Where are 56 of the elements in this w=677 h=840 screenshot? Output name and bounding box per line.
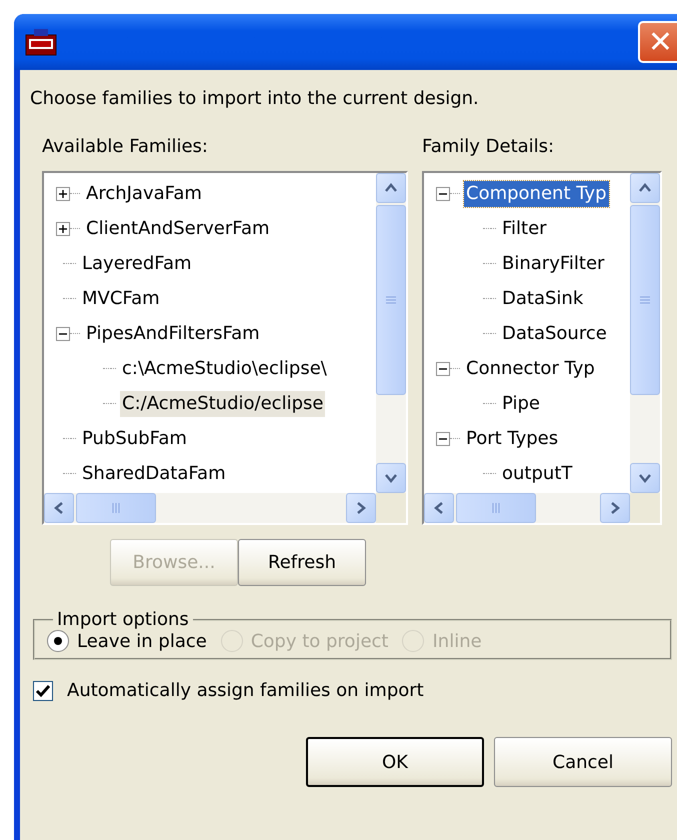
tree-item[interactable]: PipesAndFiltersFam [84,320,262,346]
tree-item[interactable]: Component Typ [464,180,608,206]
scrollbar-thumb[interactable] [456,493,536,523]
scroll-up-button[interactable] [630,173,660,203]
scroll-left-button[interactable] [424,493,454,523]
scroll-down-button[interactable] [630,463,660,493]
scroll-up-button[interactable] [376,173,406,203]
checkbox[interactable] [33,680,53,700]
refresh-button[interactable]: Refresh [238,539,366,586]
scrollbar-thumb[interactable] [376,205,406,395]
scroll-left-button[interactable] [44,493,74,523]
scroll-down-button[interactable] [376,463,406,493]
scroll-right-button[interactable] [600,493,630,523]
tree-item[interactable]: DataSink [500,286,586,312]
radio-label[interactable]: Leave in place [77,630,207,652]
grip-icon [639,294,651,306]
tree-item[interactable]: outputT [500,460,574,486]
tree-view[interactable]: Component Typ Filter BinaryFilter DataSink DataSource Connector Typ Pipe Port Types outputT [422,171,662,525]
instruction-text: Choose families to import into the current design. [30,88,480,110]
collapse-icon[interactable] [436,362,450,376]
tree-view[interactable]: ArchJavaFam ClientAndServerFam LayeredFam MVCFam PipesAndFiltersFam c:\AcmeStudio\eclipse\ C:/AcmeStudio/eclipse PubSubFam SharedDataFam [42,171,408,525]
ok-button[interactable]: OK [306,737,484,787]
tree-item[interactable]: ClientAndServerFam [84,216,272,242]
collapse-icon[interactable] [56,326,70,340]
grip-icon [385,294,397,306]
radio-button[interactable] [47,630,69,652]
scroll-right-button[interactable] [346,493,376,523]
collapse-icon[interactable] [436,186,450,200]
tree-label: Family Details: [422,136,556,158]
scrollbar-corner [376,493,406,523]
tree-item[interactable]: C:/AcmeStudio/eclipse [120,390,326,416]
tree-label: Available Families: [42,136,209,158]
tree-item[interactable]: Filter [500,216,549,242]
tree-item[interactable]: Connector Typ [464,356,597,382]
app-logo-icon [24,27,58,57]
tree-item[interactable]: c:\AcmeStudio\eclipse\ [120,356,329,382]
tree-item[interactable]: MVCFam [80,286,162,312]
scrollbar-thumb[interactable] [630,205,660,395]
tree-item[interactable]: SharedDataFam [80,460,228,486]
scrollbar-corner [630,493,660,523]
checkbox-label[interactable]: Automatically assign families on import [67,680,424,701]
tree-item[interactable]: LayeredFam [80,250,194,276]
scrollbar-thumb[interactable] [76,493,156,523]
grip-icon [110,502,122,514]
tree-item[interactable]: BinaryFilter [500,250,606,276]
tree-item[interactable]: ArchJavaFam [84,180,204,206]
collapse-icon[interactable] [436,432,450,446]
expand-icon[interactable] [56,186,70,200]
tree-item[interactable]: DataSource [500,320,609,346]
tree-item[interactable]: PubSubFam [80,426,189,452]
tree-item[interactable]: Port Types [464,426,560,452]
cancel-button[interactable]: Cancel [494,737,672,787]
expand-icon[interactable] [56,222,70,236]
group-title: Import options [56,610,190,630]
tree-item[interactable]: Pipe [500,390,542,416]
grip-icon [490,502,502,514]
